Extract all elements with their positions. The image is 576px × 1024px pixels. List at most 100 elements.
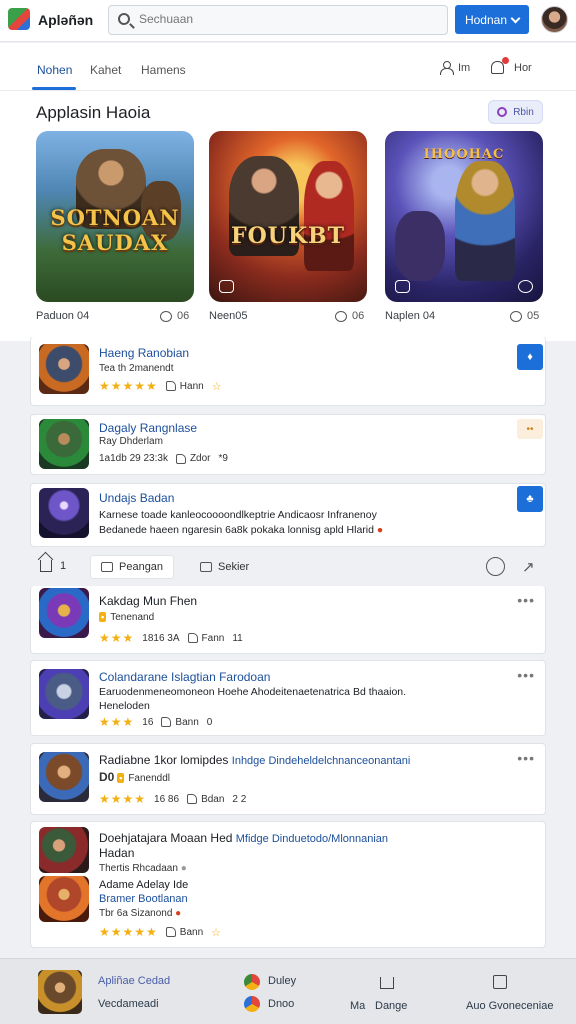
item-title[interactable]: Haeng Ranobian [99,346,189,360]
item-title-secondary[interactable]: Adame Adelay Ide [99,879,188,891]
featured-comments[interactable]: 06 [160,310,189,322]
comment-icon [160,310,172,322]
notifications-action[interactable]: Hor [491,57,532,74]
group-icon[interactable]: ♣ [517,486,543,512]
featured-card[interactable]: IHOOHAC [385,131,543,302]
emoji-icon: ● [376,524,384,536]
emoji-icon: ● [175,908,182,919]
featured-card[interactable]: FOUKBT [209,131,367,302]
like-label: Bdan [201,793,225,805]
search-input[interactable] [139,12,429,26]
chip-label: Sekier [218,561,250,573]
like-button[interactable]: Bdan [187,794,224,805]
bottom-bar: Apliñae Cedad Vecdameadi Duley Dnoo Ma D… [0,958,576,1024]
bottom-item-label[interactable]: Duley [268,975,296,987]
list-item[interactable]: Haeng Ranobian Tea th 2manendt ★★★★★ Han… [30,336,546,406]
item-title[interactable]: Doehjatajara Moaan Hed Mfidge Dinduetodo… [99,831,388,845]
list-icon [200,562,212,572]
avatar[interactable] [541,6,568,33]
profile-action-label: Im [458,61,471,74]
item-subtitle: ▪ Tenenand [99,612,154,623]
person-icon [440,61,454,75]
list-item[interactable]: Colandarane Islagtian Farodoan Earuodenm… [30,660,546,736]
home-count: 1 [60,560,67,572]
like-button[interactable]: Bann [161,717,199,728]
item-subtitle: Hadan [99,846,135,860]
profile-action[interactable]: Im [440,61,471,75]
like-label: Zdor [189,453,211,464]
now-playing-title[interactable]: Apliñae Cedad [98,975,170,987]
thumbs-up-icon [165,381,176,391]
item-rating-row: ★★★ 1816 3A Fann 11 [99,631,243,645]
item-title[interactable]: Undajs Badan [99,491,174,505]
item-rating-row: ★★★ 16 Bann 0 [99,715,212,729]
item-title[interactable]: Dagaly Rangnlase [99,421,197,435]
item-rating-row: ★★★★★ Bann ☆ [99,925,221,939]
like-button[interactable]: Zdor [175,453,211,464]
tag-icon[interactable]: •• [517,419,543,439]
now-playing-thumbnail[interactable] [38,970,82,1014]
item-subtitle: Tea th 2manendt [99,363,174,374]
item-title[interactable]: Colandarane Islagtian Farodoan [99,670,270,684]
tab-games[interactable]: Hamens [141,63,186,77]
notifications-label: Hor [514,61,532,74]
game-thumbnail [39,827,89,873]
game-thumbnail [39,419,89,469]
list-item[interactable]: Dagaly Rangnlase Ray Dhderlam 1a1db 29 2… [30,414,546,475]
refresh-icon[interactable] [486,557,505,576]
bottom-item-label[interactable]: Dnoo [268,998,294,1010]
item-extra: 2 2 [232,793,247,805]
more-options-icon[interactable]: ••• [517,750,535,766]
section-action-button[interactable]: Rbin [488,100,543,124]
app-logo-icon[interactable] [8,8,30,30]
browser-icon [244,996,260,1012]
primary-dropdown-button[interactable]: Hodnan [455,5,529,34]
nav-label[interactable]: Ma [350,1000,365,1012]
nav-label[interactable]: Auo Gvoneceniae [466,1000,553,1012]
share-icon[interactable]: ↗ [522,558,535,576]
like-button[interactable]: Hann [165,381,204,392]
more-options-icon[interactable]: ••• [517,667,535,683]
app-name: Apləñən [38,12,94,28]
nav-label[interactable]: Dange [375,1000,407,1012]
featured-card[interactable]: SOTNOAN SAUDAX [36,131,194,302]
like-button[interactable]: Bann [165,927,203,938]
thumbs-up-icon [165,927,176,937]
favorite-star-icon[interactable]: ☆ [211,926,221,939]
featured-art-title: FOUKBT [230,223,346,249]
chip-comments[interactable]: Peangan [90,555,175,579]
search-box[interactable] [108,5,448,35]
item-title-link[interactable]: Inhdge Dindeheldelchnanceonantani [232,755,411,767]
featured-comments[interactable]: 06 [335,310,364,322]
item-title-link[interactable]: Mfidge Dinduetodo/Mlonnanian [236,833,388,845]
item-title[interactable]: Kakdag Mun Fhen [99,594,197,608]
tab-market[interactable]: Kahet [90,63,121,77]
featured-author: Neen05 [209,310,248,322]
list-item[interactable]: Undajs Badan Karnese toade kanleocoooond… [30,483,546,547]
item-meta-line: Tbr 6a Sizanond ● [99,908,181,919]
chip-label: Peangan [119,561,164,573]
library-icon[interactable] [493,975,507,989]
top-bar: Apləñən Hodnan [0,0,576,42]
game-thumbnail [39,752,89,802]
item-rating-row: ★★★★ 16 86 Bdan 2 2 [99,792,246,806]
featured-art-title: IHOOHAC [423,147,505,162]
featured-comments[interactable]: 05 [510,310,539,322]
tab-home[interactable]: Nohen [37,63,72,77]
favorite-star-icon[interactable]: ☆ [212,380,222,393]
chip-select[interactable]: Sekier [190,555,259,579]
bookmark-icon[interactable]: ♦ [517,344,543,370]
item-title[interactable]: Radiabne 1kor lomipdes Inhdge Dindehelde… [99,753,410,767]
list-item[interactable]: Doehjatajara Moaan Hed Mfidge Dinduetodo… [30,821,546,948]
list-item[interactable]: Kakdag Mun Fhen ▪ Tenenand ★★★ 1816 3A Fa… [30,586,546,654]
more-options-icon[interactable]: ••• [517,592,535,608]
like-button[interactable]: Fann [187,633,224,644]
list-item[interactable]: Radiabne 1kor lomipdes Inhdge Dindehelde… [30,743,546,815]
home-icon[interactable] [40,560,52,572]
primary-button-label: Hodnan [464,12,508,27]
item-meta-line: Thertis Rhcadaan ● [99,863,187,874]
game-thumbnail [39,488,89,538]
pinwheel-icon [244,974,260,990]
featured-comment-count: 06 [352,310,365,322]
home-icon[interactable] [380,977,394,989]
